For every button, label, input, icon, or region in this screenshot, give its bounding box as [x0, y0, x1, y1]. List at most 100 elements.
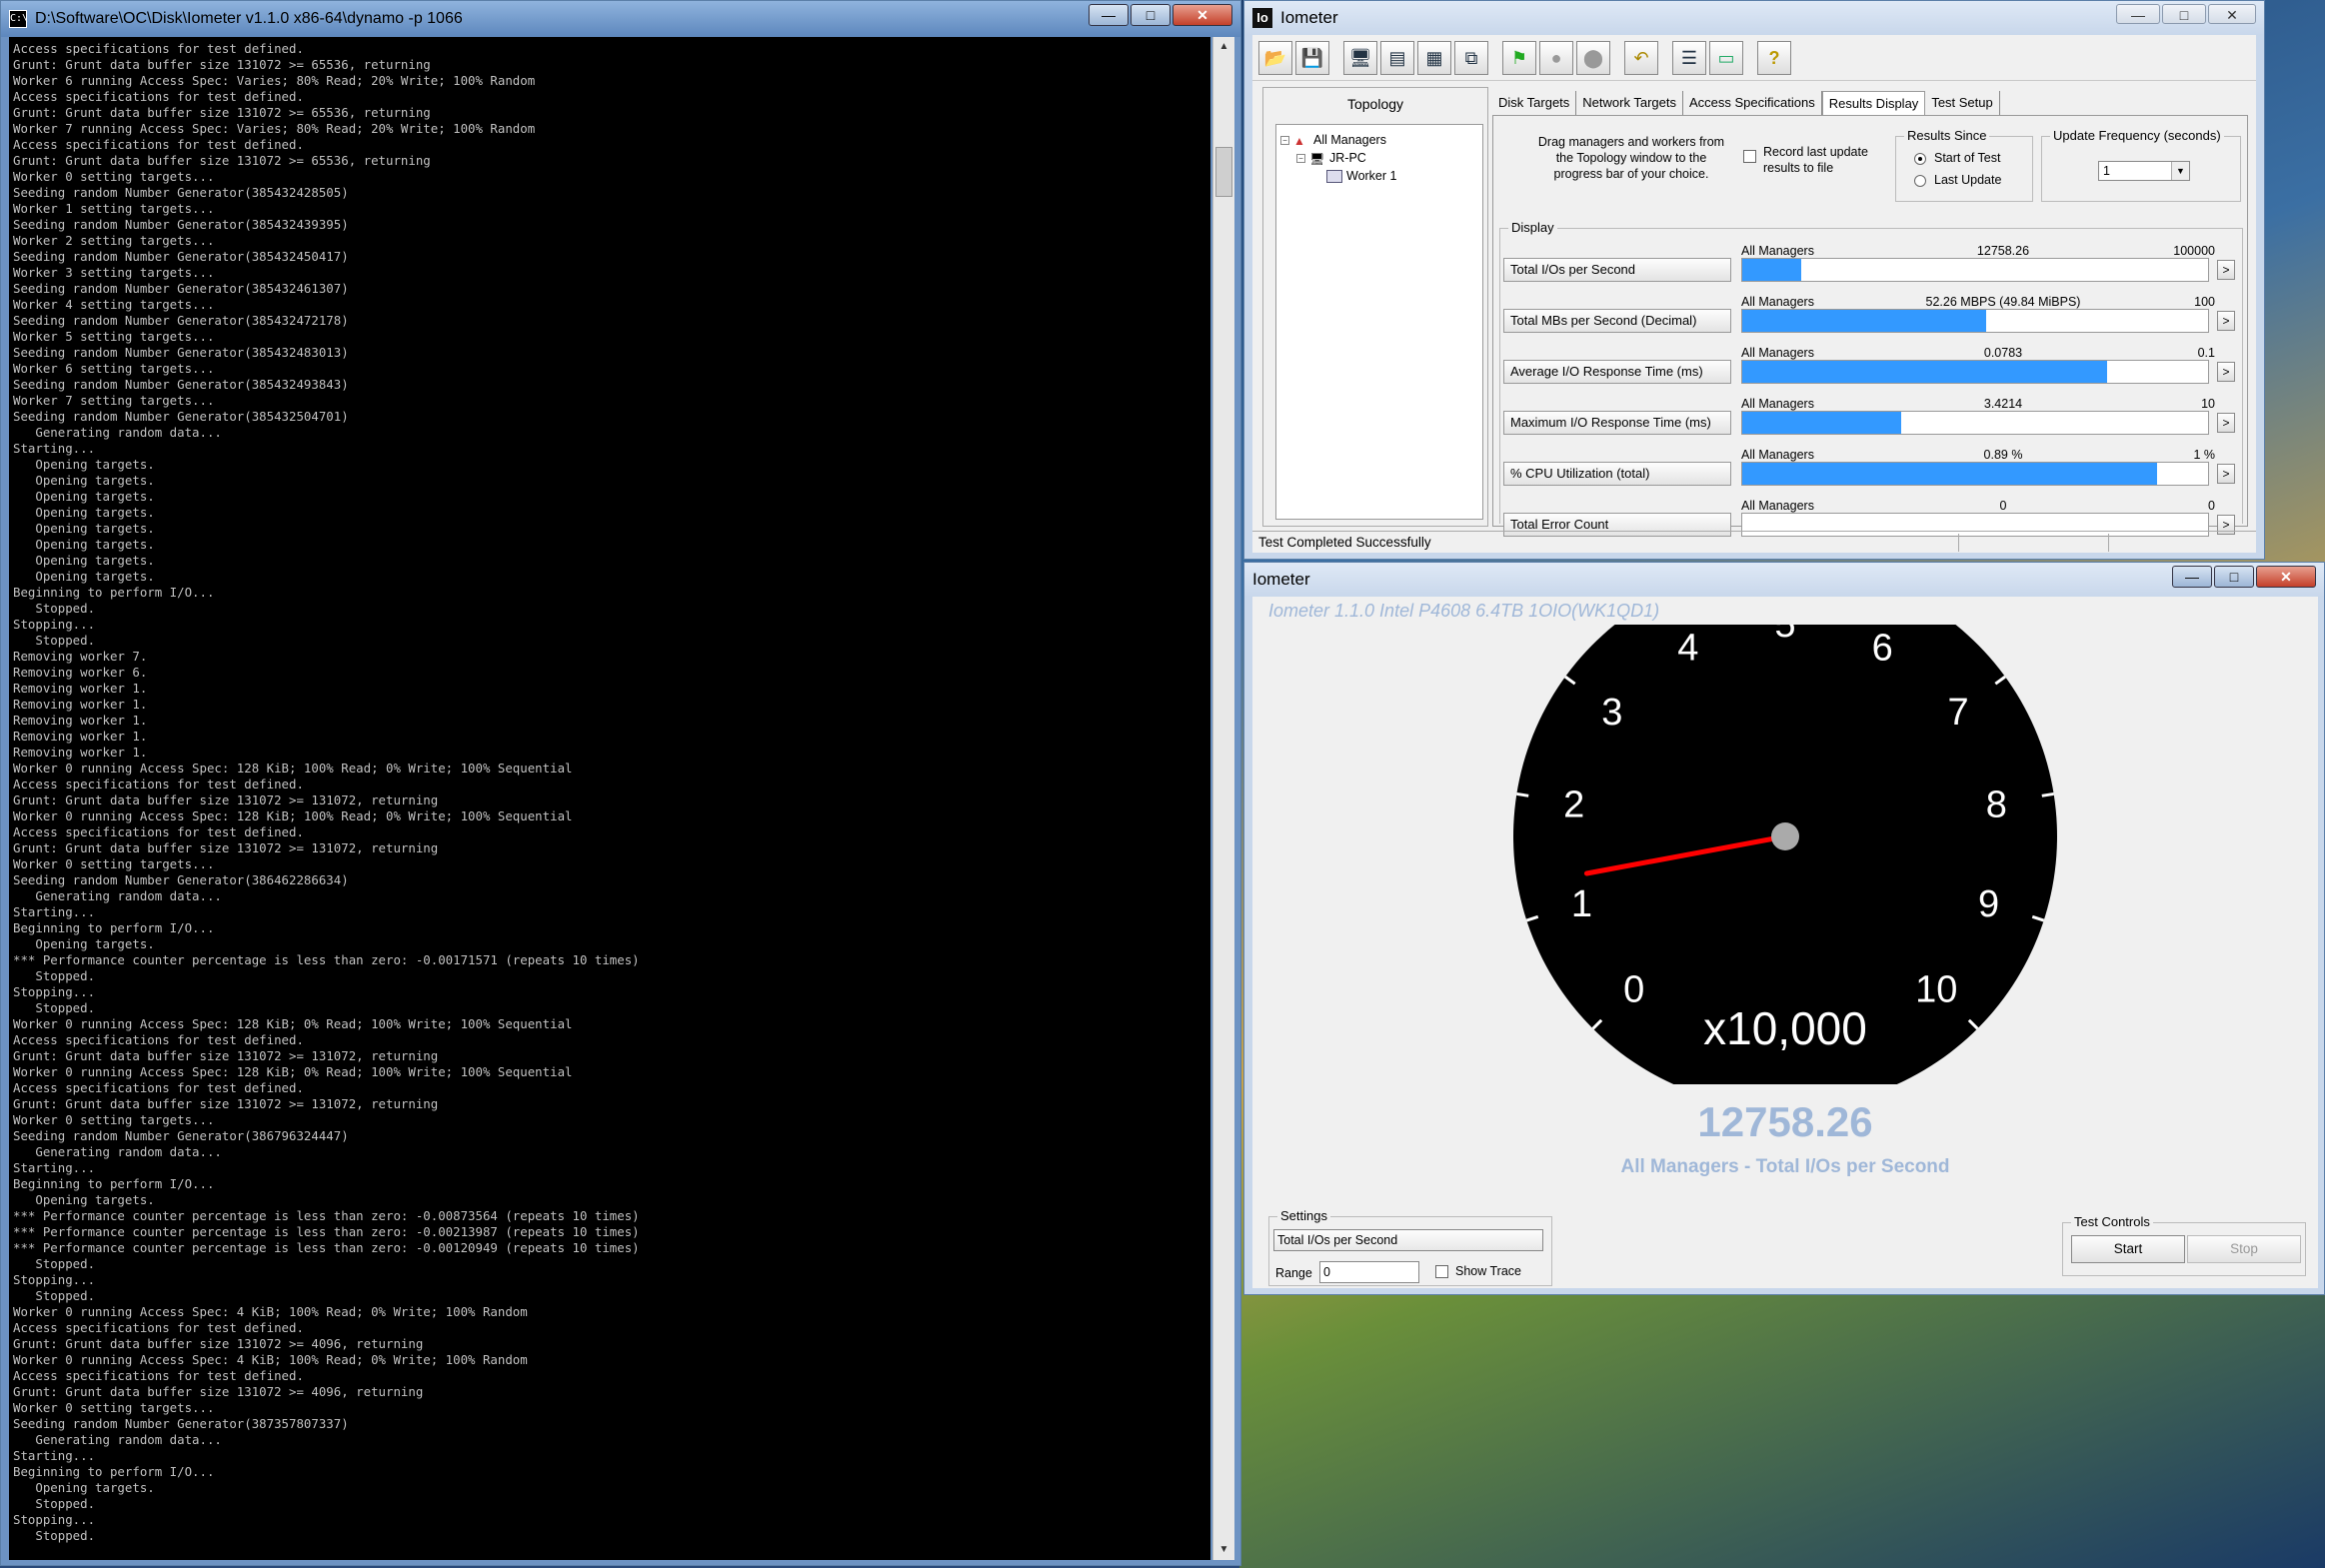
- metric-progress-bar[interactable]: [1741, 462, 2209, 486]
- iometer-logo-icon: Io: [1252, 8, 1272, 28]
- chevron-down-icon[interactable]: ▼: [2171, 162, 2189, 180]
- metric-expand-button[interactable]: >: [2217, 413, 2235, 433]
- start-flag-icon[interactable]: ⚑: [1502, 40, 1536, 75]
- gauge-hub: [1771, 822, 1799, 850]
- settings-title: Settings: [1277, 1208, 1330, 1223]
- metric-manager: All Managers: [1741, 448, 1814, 462]
- scroll-down-icon[interactable]: ▼: [1213, 1540, 1234, 1560]
- collapse-icon[interactable]: −: [1296, 153, 1305, 163]
- close-button[interactable]: ✕: [2256, 566, 2316, 588]
- update-frequency-select[interactable]: 1 ▼: [2098, 161, 2190, 181]
- console-window[interactable]: C:\ D:\Software\OC\Disk\Iometer v1.1.0 x…: [0, 0, 1241, 1566]
- metric-value: 3.4214: [1983, 397, 2023, 411]
- gauge-heading: Iometer 1.1.0 Intel P4608 6.4TB 1OIO(WK1…: [1268, 601, 1660, 621]
- maximize-button[interactable]: □: [1131, 4, 1170, 26]
- iometer-caption-buttons: — □ ✕: [2114, 4, 2256, 24]
- status-bar: Test Completed Successfully: [1252, 531, 2256, 553]
- radio-start-of-test[interactable]: [1914, 153, 1926, 165]
- iometer-window[interactable]: Io Iometer — □ ✕ 📂 💾 🖥 ▤ ▦ ⧉ ⚑ ● ⬤ ↶ ☰ ▭…: [1243, 0, 2265, 560]
- metric-expand-button[interactable]: >: [2217, 464, 2235, 484]
- console-titlebar[interactable]: C:\ D:\Software\OC\Disk\Iometer v1.1.0 x…: [1, 1, 1240, 37]
- scroll-thumb[interactable]: [1215, 147, 1232, 197]
- range-input[interactable]: 0: [1319, 1261, 1419, 1283]
- tab-test-setup[interactable]: Test Setup: [1925, 91, 2000, 115]
- metric-value: 52.26 MBPS (49.84 MiBPS): [1925, 295, 2081, 309]
- results-since-title: Results Since: [1904, 128, 1990, 143]
- metric-manager: All Managers: [1741, 244, 1814, 258]
- topology-tree[interactable]: − ▲ All Managers − 🖥 JR-PC Worker 1: [1275, 124, 1483, 520]
- duplicate-worker-icon[interactable]: ⧉: [1454, 40, 1488, 75]
- metric-name-button[interactable]: Total I/Os per Second: [1503, 258, 1731, 282]
- tree-label: Worker 1: [1346, 169, 1397, 183]
- metric-progress-bar[interactable]: [1741, 360, 2209, 384]
- exit-icon[interactable]: ▭: [1709, 40, 1743, 75]
- new-manager-icon[interactable]: 🖥: [1343, 40, 1377, 75]
- metric-expand-button[interactable]: >: [2217, 260, 2235, 280]
- computer-icon: 🖥: [1309, 151, 1325, 166]
- gauge-titlebar[interactable]: Iometer: [1244, 563, 2324, 597]
- minimize-button[interactable]: —: [2116, 4, 2160, 24]
- new-disk-worker-icon[interactable]: ▤: [1380, 40, 1414, 75]
- console-output[interactable]: Access specifications for test defined. …: [9, 37, 1210, 1560]
- collapse-icon[interactable]: −: [1280, 135, 1289, 145]
- scroll-up-icon[interactable]: ▲: [1213, 37, 1234, 57]
- metric-expand-button[interactable]: >: [2217, 362, 2235, 382]
- metric-manager: All Managers: [1741, 397, 1814, 411]
- minimize-button[interactable]: —: [1089, 4, 1129, 26]
- network-icon[interactable]: ☰: [1672, 40, 1706, 75]
- metric-max: 0: [2208, 499, 2215, 513]
- tree-node-worker[interactable]: Worker 1: [1326, 169, 1396, 183]
- console-text: Access specifications for test defined. …: [13, 41, 640, 1543]
- maximize-button[interactable]: □: [2214, 566, 2254, 588]
- iometer-titlebar[interactable]: Io Iometer: [1244, 1, 2264, 35]
- save-icon[interactable]: 💾: [1295, 40, 1329, 75]
- metric-progress-bar[interactable]: [1741, 411, 2209, 435]
- stop-all-icon[interactable]: ⬤: [1576, 40, 1610, 75]
- reset-workers-icon[interactable]: ↶: [1624, 40, 1658, 75]
- metric-name-button[interactable]: Maximum I/O Response Time (ms): [1503, 411, 1731, 435]
- stop-button[interactable]: Stop: [2187, 1235, 2301, 1263]
- radio-last-update[interactable]: [1914, 175, 1926, 187]
- metric-progress-bar[interactable]: [1741, 258, 2209, 282]
- gauge-tick-label: 4: [1677, 627, 1698, 669]
- close-button[interactable]: ✕: [1172, 4, 1232, 26]
- start-button[interactable]: Start: [2071, 1235, 2185, 1263]
- tab-results-display[interactable]: Results Display: [1821, 91, 1926, 115]
- help-icon[interactable]: ?: [1757, 40, 1791, 75]
- close-button[interactable]: ✕: [2208, 4, 2256, 24]
- range-label: Range: [1275, 1266, 1312, 1280]
- metric-name-button[interactable]: Average I/O Response Time (ms): [1503, 360, 1731, 384]
- console-scrollbar[interactable]: ▲ ▼: [1212, 37, 1234, 1560]
- minimize-button[interactable]: —: [2172, 566, 2212, 588]
- show-trace-checkbox[interactable]: [1435, 1265, 1448, 1278]
- tab-disk-targets[interactable]: Disk Targets: [1492, 91, 1577, 115]
- metric-progress-bar[interactable]: [1741, 309, 2209, 333]
- metric-max: 100: [2194, 295, 2215, 309]
- toolbar: 📂 💾 🖥 ▤ ▦ ⧉ ⚑ ● ⬤ ↶ ☰ ▭ ?: [1252, 35, 2256, 81]
- gauge-tick-label: 8: [1986, 784, 2007, 826]
- metric-expand-button[interactable]: >: [2217, 311, 2235, 331]
- metric-select[interactable]: Total I/Os per Second: [1273, 1229, 1543, 1251]
- results-since-group: Results Since Start of Test Last Update: [1895, 128, 2033, 202]
- open-folder-icon[interactable]: 📂: [1258, 40, 1292, 75]
- tab-access-specifications[interactable]: Access Specifications: [1683, 91, 1822, 115]
- record-results-checkbox[interactable]: [1743, 150, 1756, 163]
- gauge-tick-label: 9: [1978, 883, 1999, 925]
- tree-node-all-managers[interactable]: − ▲ All Managers: [1280, 133, 1386, 148]
- radio-last-update-label: Last Update: [1934, 173, 2002, 187]
- tree-node-manager[interactable]: − 🖥 JR-PC: [1296, 151, 1366, 166]
- update-frequency-value: 1: [2103, 164, 2110, 178]
- stop-icon[interactable]: ●: [1539, 40, 1573, 75]
- new-network-worker-icon[interactable]: ▦: [1417, 40, 1451, 75]
- metric-name-button[interactable]: % CPU Utilization (total): [1503, 462, 1731, 486]
- metric-manager: All Managers: [1741, 499, 1814, 513]
- gauge-window[interactable]: Iometer — □ ✕ Iometer 1.1.0 Intel P4608 …: [1243, 562, 2325, 1295]
- gauge-tick-label: 0: [1623, 968, 1644, 1010]
- maximize-button[interactable]: □: [2162, 4, 2206, 24]
- gauge-window-title: Iometer: [1252, 570, 1310, 589]
- console-icon: C:\: [9, 10, 28, 28]
- metric-name-button[interactable]: Total MBs per Second (Decimal): [1503, 309, 1731, 333]
- tab-network-targets[interactable]: Network Targets: [1576, 91, 1683, 115]
- update-frequency-group: Update Frequency (seconds) 1 ▼: [2041, 128, 2241, 202]
- metric-bar-fill: [1742, 361, 2107, 383]
